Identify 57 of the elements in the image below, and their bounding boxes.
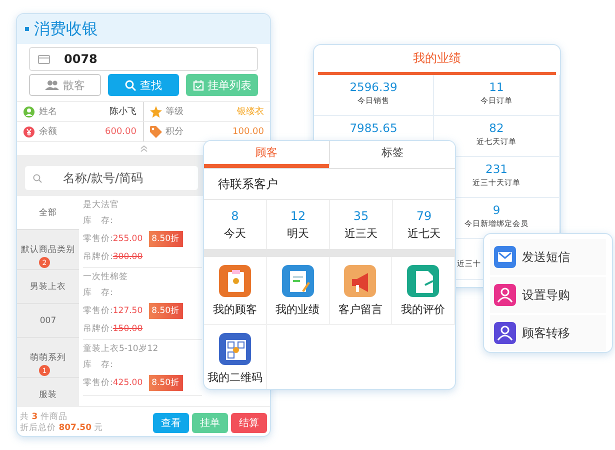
item-count: 共 3 件商品 bbox=[20, 412, 68, 422]
stat-value: 231 bbox=[486, 162, 508, 176]
product-name: 童装上衣5-10岁12 bbox=[83, 343, 158, 355]
stock-label: 库 存: bbox=[83, 287, 113, 299]
stock-label: 库 存: bbox=[83, 359, 113, 371]
field-label: 等级 bbox=[166, 106, 184, 118]
field-value: 600.00 bbox=[105, 126, 136, 136]
stock-label: 库 存: bbox=[83, 215, 113, 227]
card-title: 消费收银 bbox=[34, 18, 98, 40]
tag-price: 吊牌价:150.00 bbox=[83, 323, 143, 335]
stat-value: 9 bbox=[492, 203, 500, 217]
stat-item[interactable]: 79 近七天 bbox=[393, 200, 455, 249]
discount-badge: 8.50折 bbox=[148, 375, 183, 391]
shortcut-item[interactable]: 我的二维码 bbox=[204, 325, 267, 389]
bullet-icon bbox=[25, 27, 29, 31]
search-icon bbox=[125, 80, 136, 90]
stat-value: 11 bbox=[489, 80, 504, 94]
stat-value: 7985.65 bbox=[350, 121, 398, 135]
retail-price: 零售价:127.50 bbox=[83, 305, 143, 317]
yuan-icon bbox=[23, 126, 35, 138]
product-name: 一次性棉签 bbox=[83, 271, 128, 283]
category-item[interactable]: 全部 bbox=[17, 196, 79, 230]
retail-price: 零售价:255.00 bbox=[83, 233, 143, 245]
shortcut-item[interactable]: 我的评价 bbox=[392, 257, 455, 325]
section-title: 待联系客户 bbox=[204, 169, 455, 200]
product-name: 是大法官 bbox=[83, 199, 119, 211]
product-search-field[interactable]: 名称/款号/简码 bbox=[25, 166, 198, 190]
person-icon bbox=[23, 106, 35, 118]
field-label: 姓名 bbox=[39, 106, 57, 118]
tag-price: 吊牌价:300.00 bbox=[83, 251, 143, 263]
calendar-icon bbox=[192, 80, 204, 90]
field-label: 积分 bbox=[166, 126, 184, 138]
field-value: 陈小飞 bbox=[110, 106, 136, 118]
stat-value: 82 bbox=[489, 121, 504, 135]
discount-badge: 8.50折 bbox=[148, 231, 183, 247]
stat-value: 2596.39 bbox=[350, 80, 398, 94]
menu-item[interactable]: 发送短信 bbox=[490, 239, 606, 275]
member-code-field[interactable]: 0078 bbox=[29, 47, 258, 71]
menu-item[interactable]: 设置导购 bbox=[490, 277, 606, 313]
discount-badge: 8.50折 bbox=[148, 303, 183, 319]
field-label: 余额 bbox=[39, 126, 57, 138]
people-icon bbox=[44, 80, 59, 90]
retail-price: 零售价:425.00 bbox=[83, 377, 143, 389]
shortcut-item[interactable]: 我的顾客 bbox=[204, 257, 267, 325]
menu-item[interactable]: 顾客转移 bbox=[490, 315, 606, 351]
total-price: 折后总价 807.50 元 bbox=[20, 422, 104, 434]
search-icon bbox=[33, 174, 42, 183]
field-value: 100.00 bbox=[232, 126, 264, 136]
field-value: 银缕衣 bbox=[237, 106, 264, 118]
shortcut-item[interactable]: 客户留言 bbox=[330, 257, 392, 325]
card-icon bbox=[38, 54, 50, 64]
tab[interactable]: 标签 bbox=[329, 141, 455, 168]
shortcut-item[interactable]: 我的业绩 bbox=[266, 257, 330, 325]
star-icon bbox=[150, 106, 162, 118]
panel-title: 我的业绩 bbox=[318, 45, 556, 75]
tag-icon bbox=[150, 126, 162, 138]
collapse-chevron-icon bbox=[140, 145, 148, 152]
